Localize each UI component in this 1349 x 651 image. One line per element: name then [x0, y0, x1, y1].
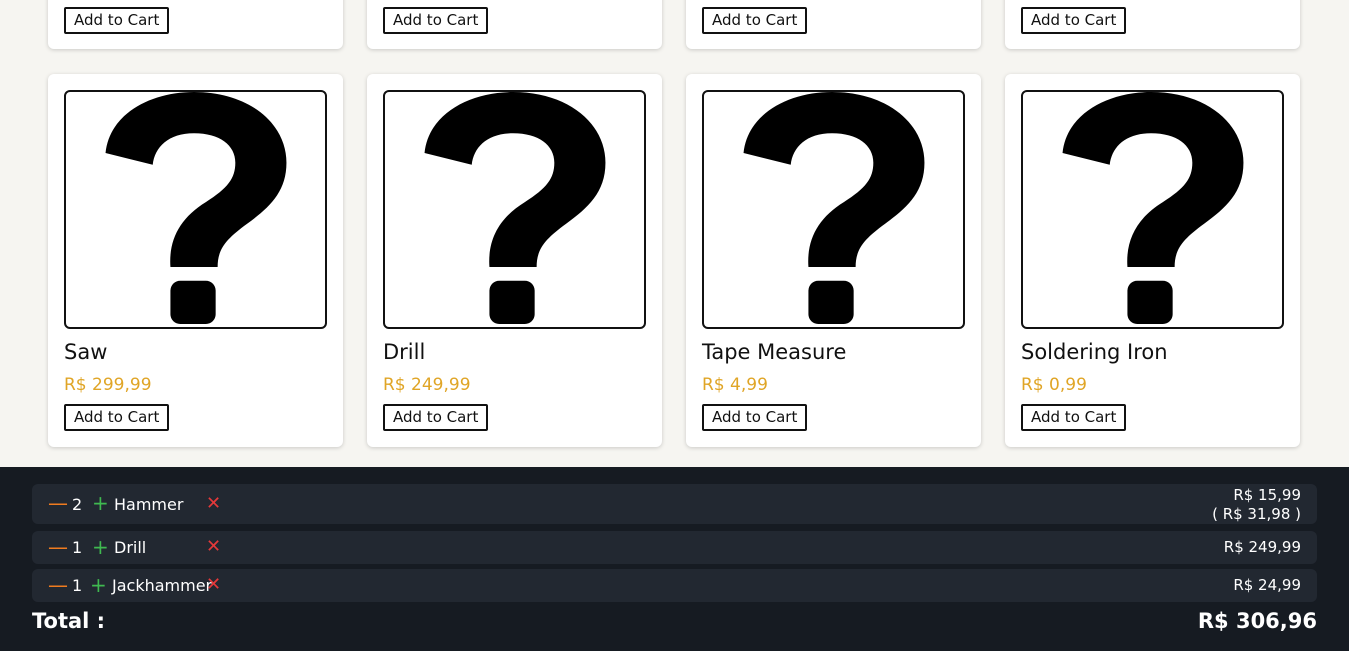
cart-item-jackhammer: — 1 + Jackhammer ✕ R$ 24,99 — [32, 569, 1317, 602]
remove-item-icon[interactable]: ✕ — [206, 494, 221, 514]
add-to-cart-button[interactable]: Add to Cart — [702, 7, 808, 34]
item-line-total: ( R$ 31,98 ) — [1212, 505, 1301, 523]
item-unit-price: R$ 24,99 — [1233, 576, 1301, 594]
product-image — [1021, 90, 1284, 329]
product-price: R$ 299,99 — [64, 375, 152, 395]
increase-quantity-button[interactable]: + — [92, 537, 109, 557]
decrease-quantity-button[interactable]: — — [48, 537, 68, 557]
remove-item-icon[interactable]: ✕ — [206, 537, 221, 557]
product-card-drill: Drill R$ 249,99 Add to Cart — [367, 74, 662, 447]
product-image — [64, 90, 327, 329]
item-quantity: 2 — [72, 495, 83, 514]
item-unit-price: R$ 15,99 — [1233, 486, 1301, 504]
product-image — [383, 90, 646, 329]
product-card: Add to Cart — [48, 0, 343, 49]
add-to-cart-button[interactable]: Add to Cart — [1021, 404, 1127, 431]
add-to-cart-button[interactable]: Add to Cart — [64, 7, 170, 34]
product-card-saw: Saw R$ 299,99 Add to Cart — [48, 74, 343, 447]
product-price: R$ 249,99 — [383, 375, 471, 395]
product-price: R$ 4,99 — [702, 375, 768, 395]
question-mark-icon — [105, 92, 287, 325]
product-name: Drill — [383, 340, 426, 364]
question-mark-icon — [1062, 92, 1244, 325]
add-to-cart-button[interactable]: Add to Cart — [64, 404, 170, 431]
product-card: Add to Cart — [367, 0, 662, 49]
item-unit-price: R$ 249,99 — [1223, 538, 1301, 556]
product-card-soldering-iron: Soldering Iron R$ 0,99 Add to Cart — [1005, 74, 1300, 447]
item-name: Drill — [114, 538, 147, 557]
product-card-tape-measure: Tape Measure R$ 4,99 Add to Cart — [686, 74, 981, 447]
question-mark-icon — [424, 92, 606, 325]
add-to-cart-button[interactable]: Add to Cart — [1021, 7, 1127, 34]
decrease-quantity-button[interactable]: — — [48, 575, 68, 595]
cart-item-hammer: — 2 + Hammer ✕ R$ 15,99 ( R$ 31,98 ) — [32, 484, 1317, 524]
product-image — [702, 90, 965, 329]
decrease-quantity-button[interactable]: — — [48, 493, 68, 513]
product-card: Add to Cart — [686, 0, 981, 49]
add-to-cart-button[interactable]: Add to Cart — [383, 404, 489, 431]
cart-total-label: Total : — [32, 609, 106, 633]
item-quantity: 1 — [72, 538, 83, 557]
remove-item-icon[interactable]: ✕ — [206, 575, 221, 595]
product-name: Tape Measure — [702, 340, 847, 364]
product-price: R$ 0,99 — [1021, 375, 1087, 395]
increase-quantity-button[interactable]: + — [92, 493, 109, 513]
product-name: Saw — [64, 340, 108, 364]
cart-item-drill: — 1 + Drill ✕ R$ 249,99 — [32, 531, 1317, 564]
add-to-cart-button[interactable]: Add to Cart — [702, 404, 808, 431]
add-to-cart-button[interactable]: Add to Cart — [383, 7, 489, 34]
item-quantity: 1 — [72, 576, 83, 595]
item-price-block: R$ 15,99 ( R$ 31,98 ) — [1212, 486, 1301, 524]
increase-quantity-button[interactable]: + — [90, 575, 107, 595]
cart-panel: — 2 + Hammer ✕ R$ 15,99 ( R$ 31,98 ) — 1… — [0, 467, 1349, 651]
question-mark-icon — [743, 92, 925, 325]
cart-total-value: R$ 306,96 — [1197, 609, 1317, 633]
item-name: Hammer — [114, 495, 184, 514]
product-card: Add to Cart — [1005, 0, 1300, 49]
item-name: Jackhammer — [112, 576, 213, 595]
product-name: Soldering Iron — [1021, 340, 1168, 364]
